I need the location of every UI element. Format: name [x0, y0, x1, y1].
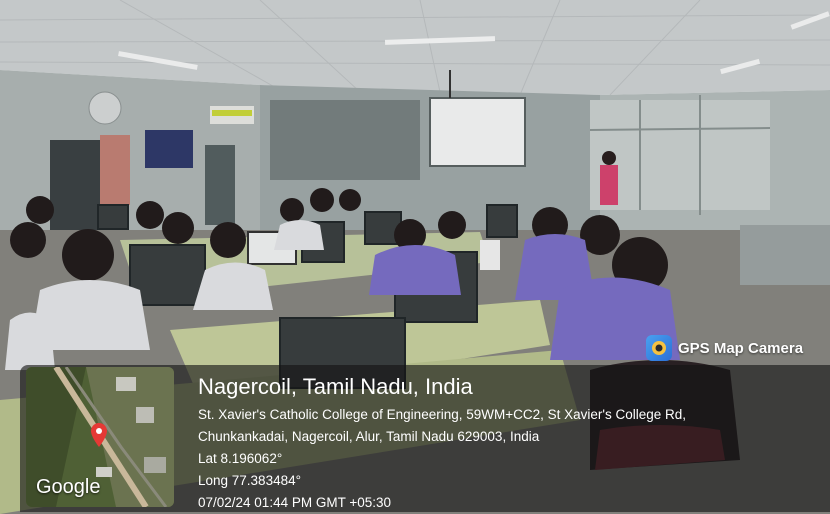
map-thumbnail: Google [26, 367, 174, 507]
address-line-1: St. Xavier's Catholic College of Enginee… [198, 407, 687, 422]
gps-map-camera-icon [646, 335, 672, 361]
badge-label: GPS Map Camera [678, 339, 804, 357]
location-title: Nagercoil, Tamil Nadu, India [198, 374, 473, 399]
address-line-2: Chunkankadai, Nagercoil, Alur, Tamil Nad… [198, 429, 540, 444]
longitude: Long 77.383484° [198, 473, 301, 488]
map-pin-icon [91, 423, 107, 447]
timestamp: 07/02/24 01:44 PM GMT +05:30 [198, 495, 392, 510]
latitude: Lat 8.196062° [198, 451, 283, 466]
photo-frame: GPS Map Camera Google Nagercoil, Tamil N… [0, 0, 830, 514]
location-text: Nagercoil, Tamil Nadu, India St. Xavier'… [198, 372, 686, 514]
gps-map-camera-badge: GPS Map Camera [646, 334, 803, 362]
google-attribution: Google [36, 476, 101, 498]
